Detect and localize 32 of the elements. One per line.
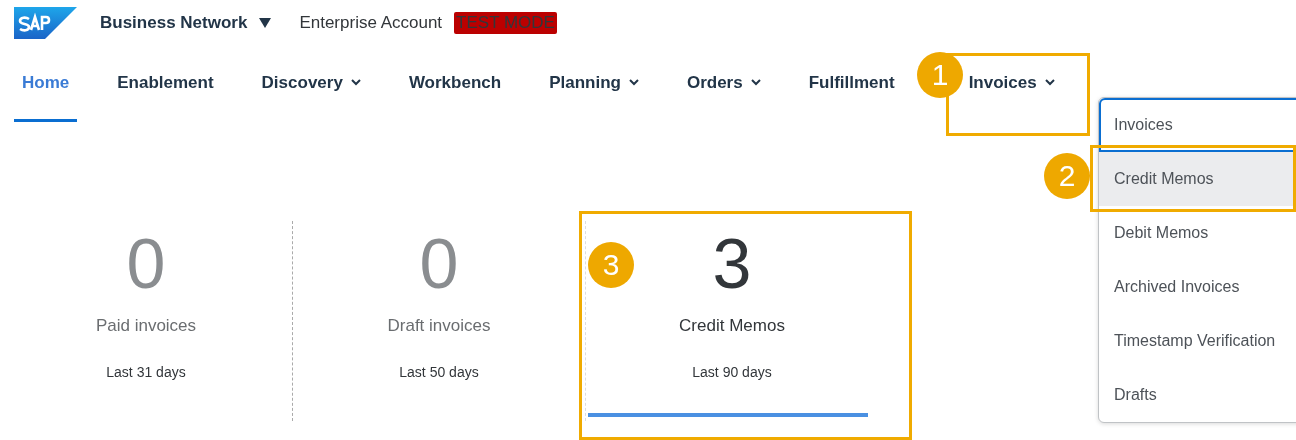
stat-period: Last 90 days [692,364,772,380]
nav-tab[interactable]: Orders [678,46,769,122]
nav-tab[interactable]: Home [14,46,78,122]
nav-tab[interactable]: Discovery [253,46,369,122]
stat-tile[interactable]: 0 Draft invoices Last 50 days [292,221,585,421]
nav-tab[interactable]: Enablement [109,46,222,122]
menu-item[interactable]: Timestamp Verification [1099,314,1296,368]
stat-label: Paid invoices [95,316,197,336]
nav-tab[interactable]: Planning [541,46,647,122]
stat-period: Last 50 days [399,364,479,380]
stat-value: 3 [712,229,752,299]
callout-badge: 3 [588,242,634,288]
account-label: Enterprise Account [299,13,443,33]
callout-badge: 1 [917,52,963,98]
menu-item[interactable]: Debit Memos [1099,206,1296,260]
mode-badge: TEST MODE [454,12,557,34]
nav-tab[interactable]: Workbench [400,46,510,122]
menu-item[interactable]: Credit Memos [1099,152,1296,206]
stat-tile[interactable]: 0 Paid invoices Last 31 days [0,221,292,421]
stat-period: Last 31 days [106,364,186,380]
stat-label: Credit Memos [679,316,785,336]
menu-item[interactable]: Archived Invoices [1099,260,1296,314]
callout-badge: 2 [1044,153,1090,199]
brand-title[interactable]: Business Network [100,13,248,33]
logo-icon [14,7,77,39]
stat-label: Draft invoices [387,316,491,336]
nav-tab[interactable]: Fulfillment [800,46,903,122]
stat-value: 0 [126,229,166,299]
nav-tab[interactable]: Invoices [960,46,1063,122]
stat-value: 0 [419,229,459,299]
menu-item[interactable]: Drafts [1099,368,1296,422]
caret-icon[interactable] [259,18,272,28]
